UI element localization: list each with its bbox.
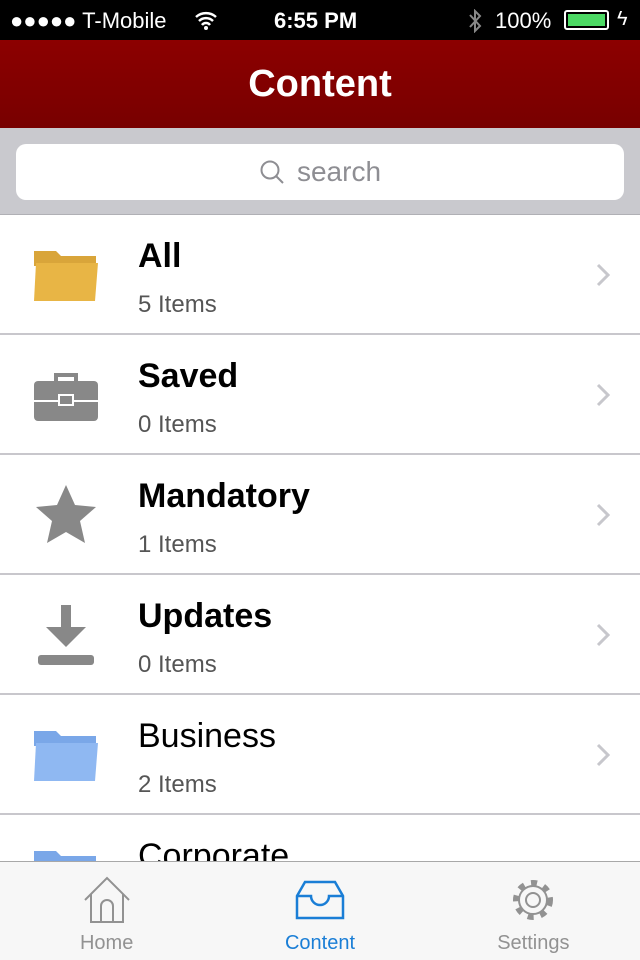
search-input[interactable]: search bbox=[16, 144, 624, 200]
item-title: Mandatory bbox=[138, 477, 310, 515]
list-item-corporate[interactable]: Corporate bbox=[0, 815, 640, 861]
home-icon bbox=[83, 876, 130, 923]
item-count: 1 Items bbox=[138, 531, 217, 558]
item-count: 0 Items bbox=[138, 411, 217, 438]
status-bar: ●●●●● T-Mobile 6:55 PM 100% ϟ bbox=[0, 0, 640, 40]
chevron-right-icon bbox=[596, 503, 610, 527]
item-count: 2 Items bbox=[138, 771, 217, 798]
tab-label: Settings bbox=[497, 932, 570, 954]
chevron-right-icon bbox=[596, 263, 610, 287]
charging-icon: ϟ bbox=[617, 8, 628, 30]
chevron-right-icon bbox=[596, 743, 610, 767]
star-icon bbox=[36, 485, 96, 543]
search-icon bbox=[260, 160, 284, 184]
clock: 6:55 PM bbox=[274, 8, 358, 33]
search-placeholder: search bbox=[296, 156, 382, 187]
folder-blue-icon bbox=[34, 851, 96, 861]
item-title: Updates bbox=[138, 597, 273, 635]
list-item-saved[interactable]: Saved 0 Items bbox=[0, 335, 640, 455]
item-title: Business bbox=[138, 717, 276, 755]
bluetooth-icon bbox=[469, 9, 482, 33]
list-item-mandatory[interactable]: Mandatory 1 Items bbox=[0, 455, 640, 575]
tab-settings[interactable]: Settings bbox=[427, 862, 640, 960]
list-item-updates[interactable]: Updates 0 Items bbox=[0, 575, 640, 695]
tab-home[interactable]: Home bbox=[0, 862, 213, 960]
tab-content[interactable]: Content bbox=[213, 862, 426, 960]
chevron-right-icon bbox=[596, 383, 610, 407]
item-count: 0 Items bbox=[138, 651, 217, 678]
wifi-icon bbox=[195, 12, 217, 30]
gear-icon bbox=[513, 880, 554, 920]
item-title: Saved bbox=[138, 357, 239, 395]
chevron-right-icon bbox=[596, 623, 610, 647]
tab-label: Content bbox=[284, 932, 356, 954]
item-count: 5 Items bbox=[138, 291, 217, 318]
folder-yellow-icon bbox=[34, 251, 98, 301]
search-bar: search bbox=[0, 128, 640, 215]
list-item-all[interactable]: All 5 Items bbox=[0, 215, 640, 335]
list-item-business[interactable]: Business 2 Items bbox=[0, 695, 640, 815]
carrier: ●●●●● T-Mobile bbox=[10, 8, 167, 33]
tab-label: Home bbox=[79, 932, 134, 954]
battery-percent: 100% bbox=[495, 8, 552, 33]
content-list: All 5 Items Saved 0 Items Mandatory 1 It… bbox=[0, 215, 640, 861]
item-title: Corporate bbox=[138, 837, 290, 861]
nav-bar: Content bbox=[0, 40, 640, 128]
battery-icon bbox=[564, 10, 609, 30]
download-icon bbox=[38, 605, 94, 665]
item-title: All bbox=[138, 237, 182, 275]
folder-blue-icon bbox=[34, 731, 98, 781]
inbox-icon bbox=[295, 880, 345, 920]
briefcase-icon bbox=[34, 373, 98, 421]
tab-bar: Home Content Settings bbox=[0, 861, 640, 960]
page-title: Content bbox=[248, 62, 392, 105]
